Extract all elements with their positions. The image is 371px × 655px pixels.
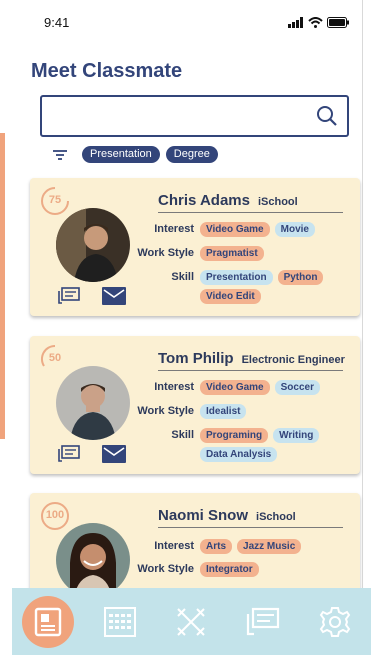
- calendar-icon: [103, 606, 136, 637]
- work-style-label: Work Style: [137, 563, 194, 575]
- tag: Integrator: [200, 562, 259, 577]
- work-style-label: Work Style: [137, 247, 194, 259]
- skill-label: Skill: [171, 429, 194, 441]
- mail-icon[interactable]: [102, 287, 126, 305]
- search-input[interactable]: [42, 97, 302, 135]
- status-time: 9:41: [44, 14, 70, 30]
- match-score-badge: 100: [40, 501, 70, 531]
- tag: Python: [277, 270, 324, 285]
- divider: [158, 212, 343, 213]
- tag: Jazz Music: [237, 539, 302, 554]
- skill-row: Skill Programing Writing Data Analysis: [130, 428, 350, 462]
- skill-row: Skill Presentation Python Video Edit: [130, 270, 350, 304]
- match-icon: [177, 607, 206, 636]
- avatar[interactable]: [56, 523, 130, 597]
- filter-chip[interactable]: Presentation: [82, 146, 160, 163]
- classmate-org: iSchool: [256, 511, 296, 523]
- search-box[interactable]: [40, 95, 349, 137]
- interest-tags: Video Game Soccer: [200, 380, 350, 395]
- interest-label: Interest: [154, 540, 194, 552]
- tag: Video Edit: [200, 289, 261, 304]
- classmate-org: iSchool: [257, 196, 298, 208]
- status-icons: [288, 16, 349, 28]
- match-score-badge: 50: [40, 344, 70, 374]
- interest-label: Interest: [154, 381, 194, 393]
- nav-item-settings[interactable]: [309, 596, 361, 648]
- profile-card-icon: [34, 607, 62, 636]
- tag: Soccer: [274, 380, 320, 395]
- mail-icon[interactable]: [102, 445, 126, 463]
- interest-row: Interest Video Game Soccer: [130, 380, 350, 395]
- name-row: Tom Philip Electronic Engineer: [158, 350, 345, 367]
- wifi-icon: [308, 16, 323, 28]
- nav-item-chat[interactable]: [237, 596, 289, 648]
- work-style-tags: Pragmatist: [200, 246, 350, 261]
- interest-row: Interest Arts Jazz Music: [130, 539, 350, 554]
- match-score-badge: 75: [40, 186, 70, 216]
- bottom-nav: [12, 588, 371, 655]
- nav-item-profile[interactable]: [21, 595, 74, 648]
- tag: Arts: [200, 539, 233, 554]
- signal-icon: [288, 16, 303, 28]
- classmate-card[interactable]: 100 Naomi Snow iSchool Interest Arts Jaz…: [30, 493, 360, 603]
- interest-label: Interest: [154, 223, 194, 235]
- avatar[interactable]: [56, 208, 130, 282]
- classmate-name[interactable]: Naomi Snow: [158, 507, 248, 524]
- work-style-row: Work Style Idealist: [130, 404, 350, 419]
- classmate-org: Electronic Engineer: [241, 354, 345, 366]
- tag: Idealist: [200, 404, 247, 419]
- tag: Programing: [200, 428, 269, 443]
- divider: [158, 527, 343, 528]
- avatar[interactable]: [56, 366, 130, 440]
- match-score: 75: [48, 194, 62, 206]
- frame-edge: [362, 0, 363, 655]
- search-icon[interactable]: [316, 105, 338, 127]
- chat-icon[interactable]: [58, 287, 80, 305]
- classmate-card[interactable]: 50 Tom Philip Electronic Engineer Intere…: [30, 336, 360, 474]
- filter-chip[interactable]: Degree: [165, 146, 218, 163]
- nav-item-calendar[interactable]: [94, 596, 146, 648]
- tag: Video Game: [200, 222, 270, 237]
- classmate-name[interactable]: Tom Philip: [158, 350, 234, 367]
- interest-tags: Video Game Movie: [200, 222, 350, 237]
- card-actions: [58, 445, 126, 463]
- work-style-label: Work Style: [137, 405, 194, 417]
- status-bar: 9:41: [44, 12, 349, 32]
- filter-icon[interactable]: [52, 148, 68, 162]
- tag: Presentation: [200, 270, 273, 285]
- chat-icon[interactable]: [58, 445, 80, 463]
- name-row: Naomi Snow iSchool: [158, 507, 296, 524]
- interest-row: Interest Video Game Movie: [130, 222, 350, 237]
- tag: Video Game: [200, 380, 270, 395]
- skill-tags: Presentation Python Video Edit: [200, 270, 350, 304]
- tag: Writing: [273, 428, 320, 443]
- work-style-tags: Idealist: [200, 404, 350, 419]
- chat-icon: [247, 607, 280, 635]
- tag: Movie: [274, 222, 315, 237]
- settings-gear-icon: [319, 606, 351, 637]
- match-score: 50: [48, 352, 62, 364]
- classmate-card[interactable]: 75 Chris Adams iSchool Interest Video Ga…: [30, 178, 360, 316]
- skill-tags: Programing Writing Data Analysis: [200, 428, 350, 462]
- match-score: 100: [45, 509, 65, 521]
- tag: Pragmatist: [200, 246, 264, 261]
- card-actions: [58, 287, 126, 305]
- side-accent-bar: [0, 133, 5, 439]
- filter-row: Presentation Degree: [52, 146, 218, 163]
- work-style-row: Work Style Pragmatist: [130, 246, 350, 261]
- divider: [158, 370, 343, 371]
- battery-icon: [327, 16, 349, 28]
- page-title: Meet Classmate: [31, 60, 183, 82]
- name-row: Chris Adams iSchool: [158, 192, 298, 209]
- skill-label: Skill: [171, 271, 194, 283]
- classmate-name[interactable]: Chris Adams: [158, 192, 250, 209]
- work-style-tags: Integrator: [200, 562, 350, 577]
- tag: Data Analysis: [200, 447, 278, 462]
- work-style-row: Work Style Integrator: [130, 562, 350, 577]
- nav-item-match[interactable]: [165, 596, 217, 648]
- interest-tags: Arts Jazz Music: [200, 539, 350, 554]
